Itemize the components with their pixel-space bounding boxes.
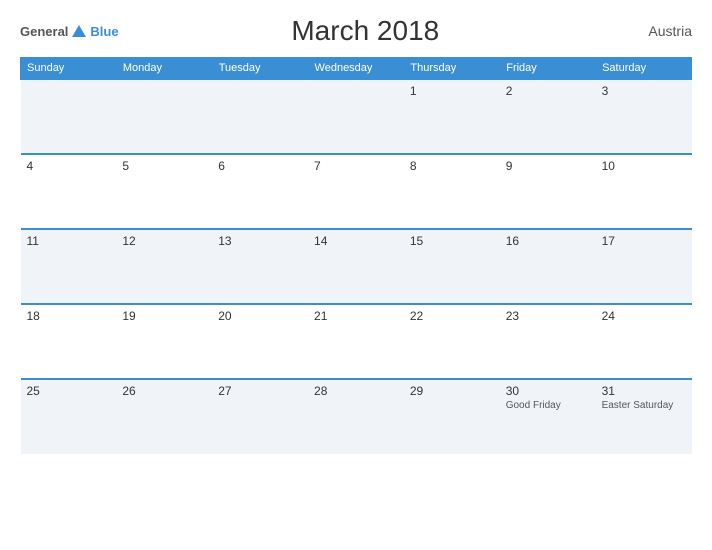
calendar-cell-w3-d2: 13 xyxy=(212,229,308,304)
calendar-cell-w5-d4: 29 xyxy=(404,379,500,454)
calendar-cell-w2-d6: 10 xyxy=(596,154,692,229)
day-number: 8 xyxy=(410,159,494,173)
day-number: 23 xyxy=(506,309,590,323)
calendar-cell-w2-d4: 8 xyxy=(404,154,500,229)
calendar-cell-w4-d3: 21 xyxy=(308,304,404,379)
calendar-cell-w1-d2 xyxy=(212,79,308,154)
calendar-cell-w5-d1: 26 xyxy=(116,379,212,454)
week-row-1: 123 xyxy=(21,79,692,154)
calendar-cell-w1-d1 xyxy=(116,79,212,154)
calendar-cell-w3-d3: 14 xyxy=(308,229,404,304)
day-number: 18 xyxy=(27,309,111,323)
day-number: 12 xyxy=(122,234,206,248)
header-wednesday: Wednesday xyxy=(308,58,404,80)
calendar-page: General Blue March 2018 Austria Sunday M… xyxy=(0,0,712,550)
day-number: 15 xyxy=(410,234,494,248)
calendar-cell-w2-d2: 6 xyxy=(212,154,308,229)
day-number: 20 xyxy=(218,309,302,323)
week-row-5: 25 26 27 28 29 30 Good Friday 31 Easter Saturday xyxy=(21,379,692,454)
day-number: 19 xyxy=(122,309,206,323)
day-number: 5 xyxy=(122,159,206,173)
calendar-cell-w3-d0: 11 xyxy=(21,229,117,304)
calendar-cell-w2-d0: 4 xyxy=(21,154,117,229)
calendar-cell-w4-d1: 19 xyxy=(116,304,212,379)
day-event: Easter Saturday xyxy=(602,400,686,411)
calendar-cell-w4-d4: 22 xyxy=(404,304,500,379)
day-number: 11 xyxy=(27,234,111,248)
day-number: 24 xyxy=(602,309,686,323)
logo-blue: Blue xyxy=(90,24,118,39)
day-number: 26 xyxy=(122,384,206,398)
calendar-cell-w4-d0: 18 xyxy=(21,304,117,379)
logo-general: General xyxy=(20,24,68,39)
calendar-cell-w1-d4: 1 xyxy=(404,79,500,154)
calendar-cell-w1-d3 xyxy=(308,79,404,154)
day-number: 10 xyxy=(602,159,686,173)
header-tuesday: Tuesday xyxy=(212,58,308,80)
day-number: 2 xyxy=(506,84,590,98)
header-saturday: Saturday xyxy=(596,58,692,80)
header-monday: Monday xyxy=(116,58,212,80)
calendar-cell-w2-d1: 5 xyxy=(116,154,212,229)
calendar-cell-w5-d3: 28 xyxy=(308,379,404,454)
header-thursday: Thursday xyxy=(404,58,500,80)
day-number: 9 xyxy=(506,159,590,173)
day-number: 17 xyxy=(602,234,686,248)
week-row-4: 18 19 20 21 22 23 24 xyxy=(21,304,692,379)
header-friday: Friday xyxy=(500,58,596,80)
day-number: 21 xyxy=(314,309,398,323)
day-number: 27 xyxy=(218,384,302,398)
calendar-cell-w5-d6: 31 Easter Saturday xyxy=(596,379,692,454)
calendar-cell-w1-d5: 2 xyxy=(500,79,596,154)
page-header: General Blue March 2018 Austria xyxy=(20,15,692,47)
day-number: 22 xyxy=(410,309,494,323)
calendar-cell-w3-d6: 17 xyxy=(596,229,692,304)
day-number: 1 xyxy=(410,84,494,98)
day-number: 7 xyxy=(314,159,398,173)
calendar-cell-w3-d5: 16 xyxy=(500,229,596,304)
day-number: 13 xyxy=(218,234,302,248)
calendar-cell-w4-d5: 23 xyxy=(500,304,596,379)
day-number: 28 xyxy=(314,384,398,398)
country-label: Austria xyxy=(612,23,692,39)
calendar-cell-w2-d5: 9 xyxy=(500,154,596,229)
header-sunday: Sunday xyxy=(21,58,117,80)
calendar-cell-w5-d0: 25 xyxy=(21,379,117,454)
calendar-cell-w5-d5: 30 Good Friday xyxy=(500,379,596,454)
calendar-cell-w3-d1: 12 xyxy=(116,229,212,304)
day-number: 25 xyxy=(27,384,111,398)
calendar-cell-w1-d0 xyxy=(21,79,117,154)
week-row-2: 456789 10 xyxy=(21,154,692,229)
calendar-cell-w2-d3: 7 xyxy=(308,154,404,229)
page-title: March 2018 xyxy=(119,15,612,47)
day-number: 29 xyxy=(410,384,494,398)
day-number: 14 xyxy=(314,234,398,248)
weekday-header-row: Sunday Monday Tuesday Wednesday Thursday… xyxy=(21,58,692,80)
week-row-3: 11 12 13 14 15 16 17 xyxy=(21,229,692,304)
day-number: 3 xyxy=(602,84,686,98)
calendar-cell-w4-d2: 20 xyxy=(212,304,308,379)
calendar-cell-w4-d6: 24 xyxy=(596,304,692,379)
day-number: 16 xyxy=(506,234,590,248)
calendar-table: Sunday Monday Tuesday Wednesday Thursday… xyxy=(20,57,692,454)
day-number: 4 xyxy=(27,159,111,173)
calendar-cell-w3-d4: 15 xyxy=(404,229,500,304)
calendar-cell-w5-d2: 27 xyxy=(212,379,308,454)
day-number: 30 xyxy=(506,384,590,398)
day-event: Good Friday xyxy=(506,400,590,411)
calendar-cell-w1-d6: 3 xyxy=(596,79,692,154)
logo-triangle-icon xyxy=(72,25,86,37)
day-number: 6 xyxy=(218,159,302,173)
day-number: 31 xyxy=(602,384,686,398)
logo: General Blue xyxy=(20,22,119,40)
